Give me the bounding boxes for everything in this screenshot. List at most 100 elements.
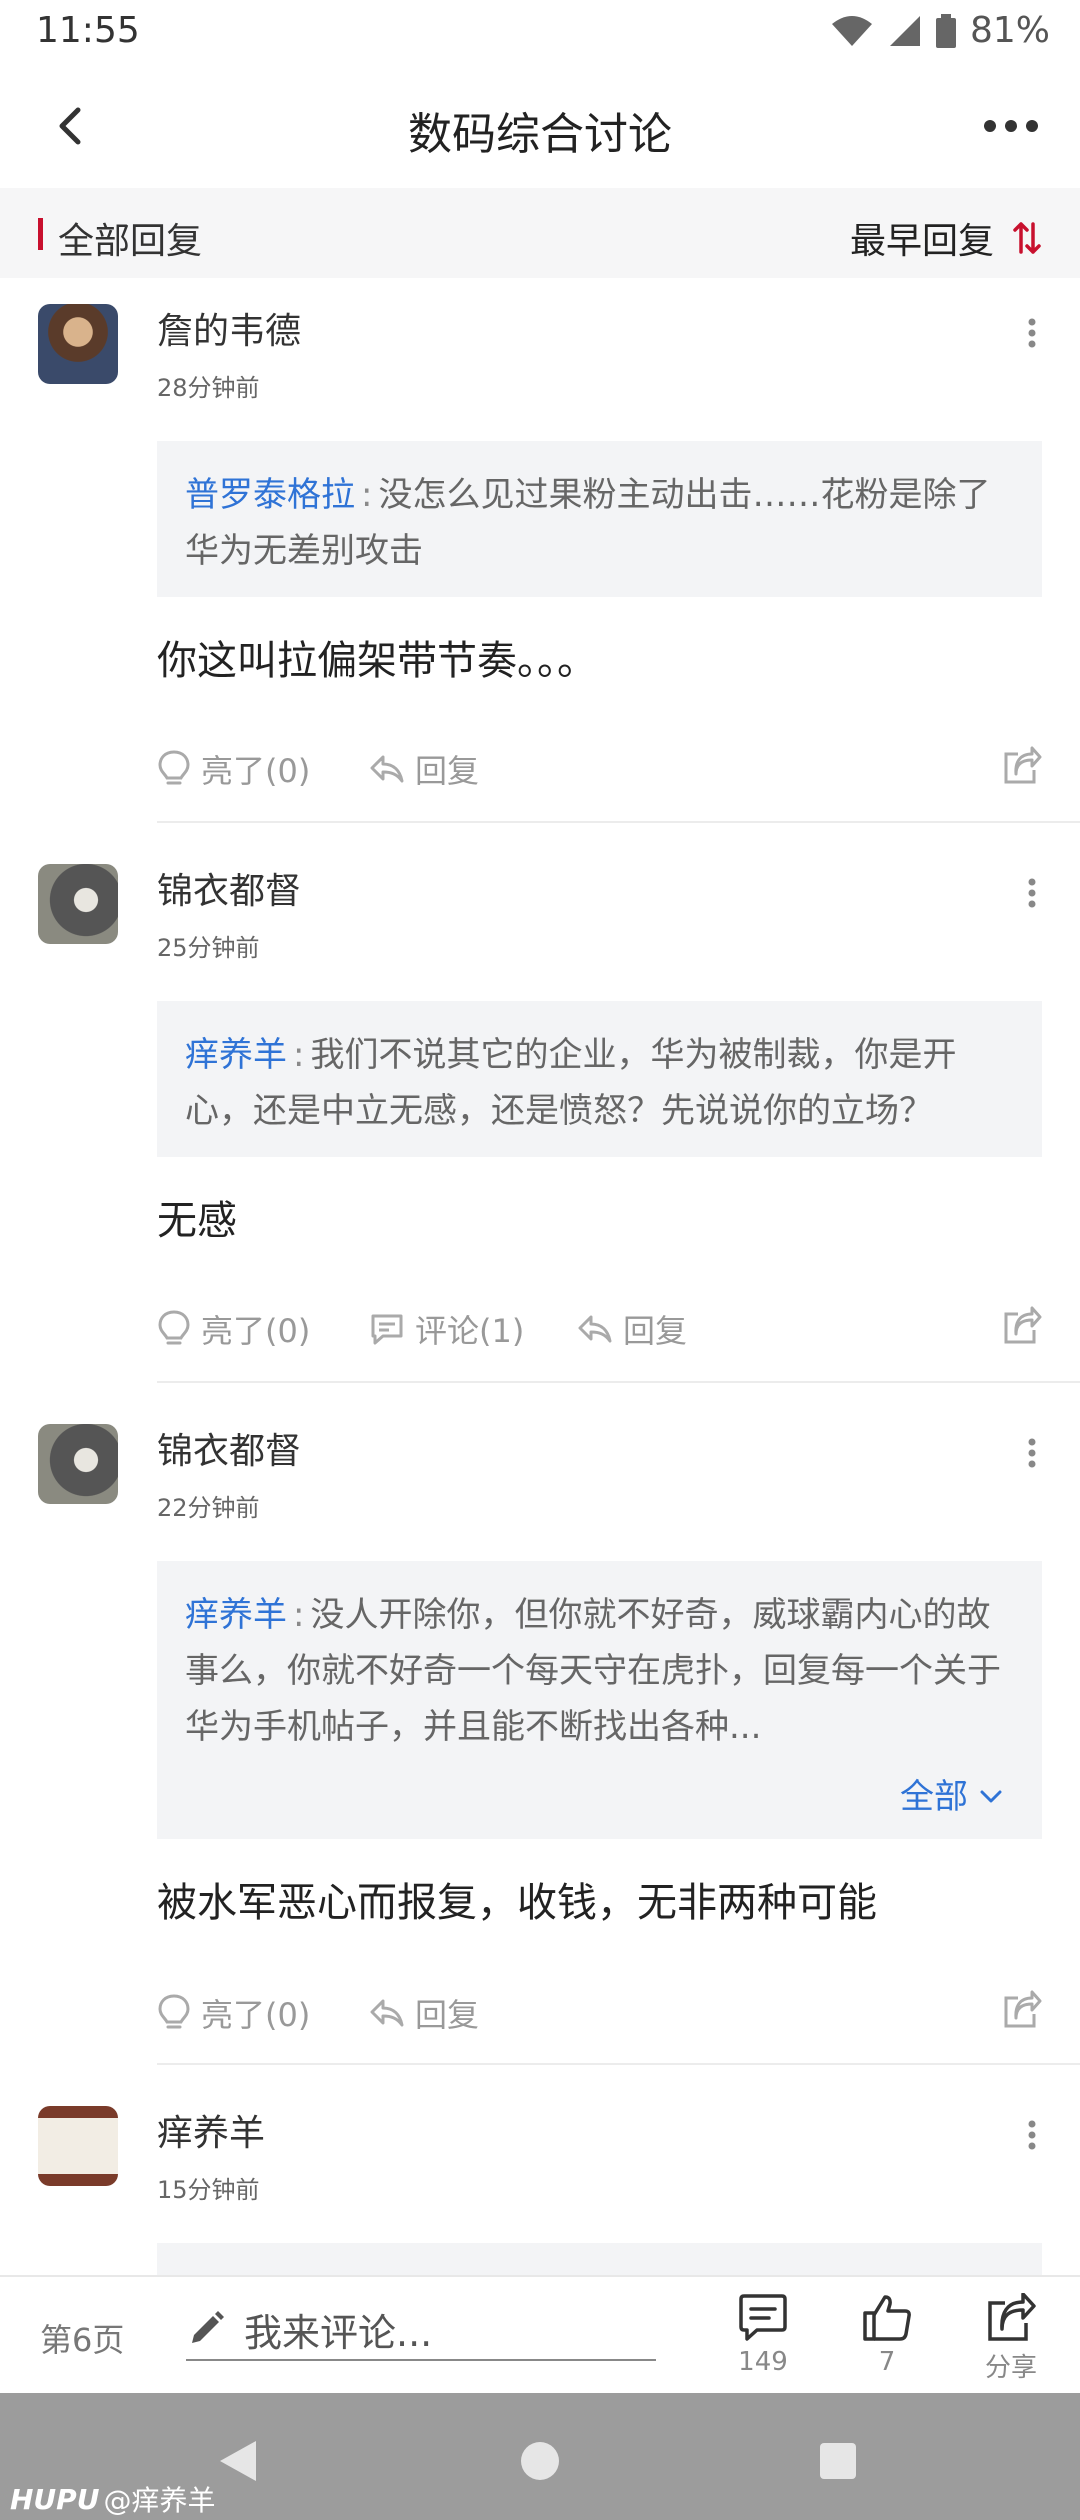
comment-label: 评论(1) [415,1312,525,1350]
thumbs-up-icon [863,2295,911,2341]
reply-more-button[interactable] [1012,308,1052,358]
watermark-handle: @痒养羊 [103,2484,216,2517]
reply-button[interactable]: 回复 [369,1990,479,2036]
share-button[interactable] [1002,1990,1042,2034]
vertical-dots-icon [1028,2120,1036,2150]
comment-button[interactable]: 评论(1) [369,1306,524,1352]
page-indicator[interactable]: 第6页 [40,2315,124,2361]
watermark: HUPU @痒养羊 [10,2479,215,2519]
vertical-dots-icon [1028,318,1036,348]
comments-button[interactable]: 149 [718,2293,808,2377]
filter-accent [38,218,43,250]
comment-placeholder: 我来评论... [244,2310,433,2355]
reply-more-button[interactable] [1012,2110,1052,2160]
reply-username[interactable]: 锦衣都督 [157,862,301,914]
nav-back-button[interactable] [208,2431,268,2491]
like-button[interactable]: 亮了(0) [157,1306,310,1352]
reply-arrow-icon [370,1999,404,2027]
battery-level: 81% [969,10,1050,51]
reply-text: 无感 [157,1198,237,1244]
comment-bubble-icon [739,2294,787,2341]
divider [157,1381,1080,1383]
like-button[interactable]: 亮了(0) [157,746,310,792]
share-button[interactable] [1002,1306,1042,1350]
page-title: 数码综合讨论 [408,109,672,160]
share-post-button[interactable]: 分享 [966,2293,1056,2384]
quote-username[interactable]: 痒养羊 [185,1595,287,1635]
reply-label: 回复 [415,752,480,790]
reply-button[interactable]: 回复 [577,1306,687,1352]
reply-more-button[interactable] [1012,1428,1052,1478]
reply-actions: 亮了(0) 评论(1) 回复 [157,1306,1042,1366]
lightbulb-icon [158,1310,190,1345]
system-nav-bar: HUPU @痒养羊 [0,2393,1080,2520]
reply-button[interactable]: 回复 [369,746,479,792]
title-bar: 数码综合讨论 [0,66,1080,188]
like-label: 亮了(0) [201,1996,311,2034]
status-time: 11:55 [36,10,140,51]
share-icon [1004,1306,1042,1344]
lightbulb-icon [158,1994,190,2029]
more-dots-icon [984,120,1038,132]
like-post-button[interactable]: 7 [842,2293,932,2377]
divider [157,821,1080,823]
comments-count: 149 [738,2347,788,2377]
reply-arrow-icon [578,1315,612,1343]
share-icon [988,2293,1036,2341]
vertical-dots-icon [1028,878,1036,908]
lightbulb-icon [158,750,190,785]
reply-text: 被水军恶心而报复，收钱，无非两种可能 [157,1880,877,1926]
watermark-brand: HUPU [10,2482,100,2516]
sort-toggle[interactable]: 最早回复 [850,212,1042,264]
avatar[interactable] [38,1424,118,1504]
share-icon [1004,1990,1042,2028]
nav-recents-button[interactable] [808,2431,868,2491]
bottom-bar: 第6页 我来评论... 149 7 分享 [0,2275,1080,2393]
filter-bar: 全部回复 最早回复 [0,188,1080,278]
comment-input[interactable]: 我来评论... [186,2299,656,2361]
battery-icon [935,13,956,48]
pencil-icon [192,2311,224,2343]
reply-label: 回复 [623,1312,688,1350]
quoted-reply[interactable]: 痒养羊: 我们不说其它的企业，华为被制裁，你是开心，还是中立无感，还是愤怒？先说说… [157,1001,1042,1157]
reply-label: 回复 [415,1996,480,2034]
quote-username[interactable]: 痒养羊 [185,1035,287,1075]
sort-arrows-icon [1013,222,1041,254]
like-label: 亮了(0) [201,752,311,790]
quote-username[interactable]: 普罗泰格拉 [185,475,355,515]
reply-username[interactable]: 詹的韦德 [157,302,301,354]
avatar[interactable] [38,304,118,384]
quote-separator: : [361,475,373,515]
status-icons: 81% [830,10,1050,51]
reply-username[interactable]: 痒养羊 [157,2104,265,2156]
reply-username[interactable]: 锦衣都督 [157,1422,301,1474]
reply-actions: 亮了(0) 回复 [157,1990,1042,2050]
share-button[interactable] [1002,746,1042,790]
expand-quote-button[interactable]: 全部 [900,1769,1002,1825]
chevron-down-icon [980,1790,1002,1803]
status-bar: 11:55 81% [0,0,1080,66]
more-options-button[interactable] [976,96,1046,156]
triangle-back-icon [220,2441,256,2481]
circle-home-icon [521,2442,559,2480]
sort-label: 最早回复 [849,221,994,262]
reply-time: 28分钟前 [157,374,260,402]
square-recents-icon [820,2443,856,2479]
signal-icon [888,14,922,48]
avatar[interactable] [38,2106,118,2186]
quote-separator: : [293,1595,305,1635]
nav-home-button[interactable] [510,2431,570,2491]
reply-text: 你这叫拉偏架带节奏。。。 [157,638,597,684]
share-label: 分享 [984,2353,1037,2383]
avatar[interactable] [38,864,118,944]
reply-more-button[interactable] [1012,868,1052,918]
quoted-reply[interactable]: 普罗泰格拉: 没怎么见过果粉主动出击……花粉是除了华为无差别攻击 [157,441,1042,597]
comment-bubble-icon [371,1314,403,1345]
divider [157,2063,1080,2065]
quote-text: 没人开除你，但你就不好奇，威球霸内心的故事么，你就不好奇一个每天守在虎扑，回复每… [185,1595,1001,1747]
vertical-dots-icon [1028,1438,1036,1468]
like-button[interactable]: 亮了(0) [157,1990,310,2036]
quoted-reply[interactable]: 痒养羊: 没人开除你，但你就不好奇，威球霸内心的故事么，你就不好奇一个每天守在虎扑… [157,1561,1042,1839]
reply-time: 25分钟前 [157,934,260,962]
share-icon [1004,746,1042,784]
